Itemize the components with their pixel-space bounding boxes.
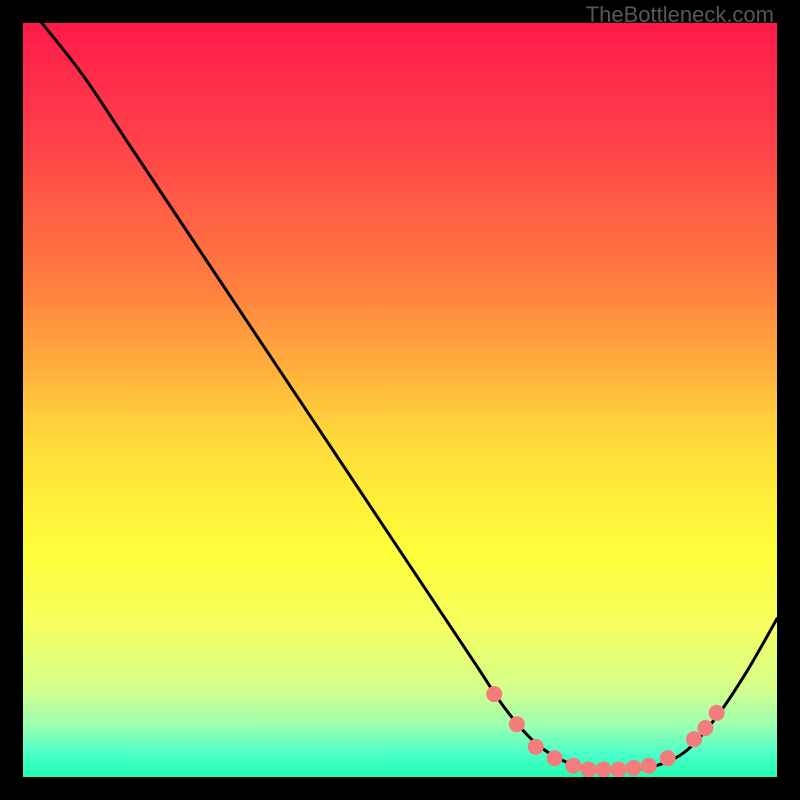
marker-dot bbox=[660, 750, 676, 766]
chart-frame: TheBottleneck.com bbox=[0, 0, 800, 800]
watermark-label: TheBottleneck.com bbox=[586, 2, 774, 28]
marker-dot bbox=[697, 720, 713, 736]
marker-dot bbox=[611, 761, 627, 777]
marker-dot bbox=[509, 716, 525, 732]
marker-dot bbox=[565, 758, 581, 774]
marker-dot bbox=[486, 686, 502, 702]
marker-dot bbox=[596, 761, 612, 777]
marker-dot bbox=[547, 750, 563, 766]
marker-dot bbox=[686, 731, 702, 747]
plot-area bbox=[23, 23, 777, 777]
marker-dot bbox=[641, 758, 657, 774]
marker-dot bbox=[581, 761, 597, 777]
gradient-background bbox=[23, 23, 777, 777]
marker-dot bbox=[528, 739, 544, 755]
chart-svg bbox=[23, 23, 777, 777]
marker-dot bbox=[709, 705, 725, 721]
marker-dot bbox=[626, 760, 642, 776]
